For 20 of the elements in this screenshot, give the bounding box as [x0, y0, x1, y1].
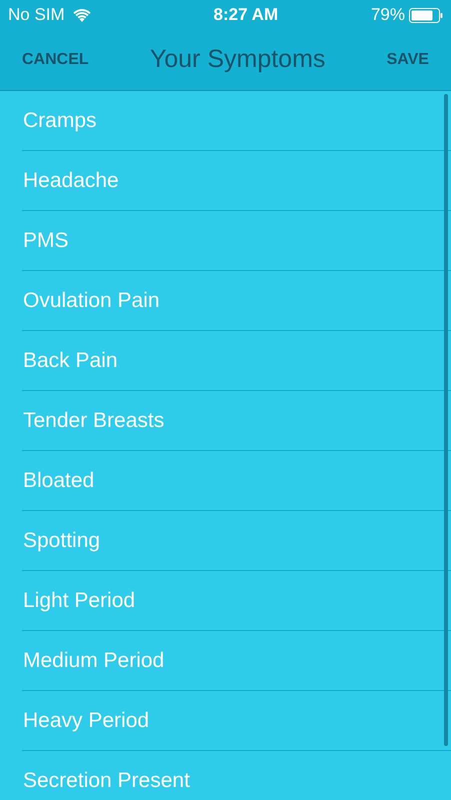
symptom-item[interactable]: Tender Breasts: [22, 391, 451, 451]
symptom-item[interactable]: Heavy Period: [22, 691, 451, 751]
carrier-text: No SIM: [8, 4, 65, 26]
battery-icon: [409, 8, 443, 22]
save-button[interactable]: SAVE: [386, 48, 429, 72]
symptom-item[interactable]: Cramps: [22, 91, 451, 151]
symptom-item[interactable]: Medium Period: [22, 631, 451, 691]
symptom-item[interactable]: Secretion Present: [22, 751, 451, 800]
symptom-item[interactable]: Back Pain: [22, 331, 451, 391]
clock-text: 8:27 AM: [214, 4, 278, 26]
screen-title: Your Symptoms: [150, 44, 326, 76]
wifi-icon: [72, 8, 91, 22]
symptom-item[interactable]: PMS: [22, 211, 451, 271]
symptom-item[interactable]: Spotting: [22, 511, 451, 571]
battery-percent: 79%: [370, 4, 405, 26]
symptom-item[interactable]: Ovulation Pain: [22, 271, 451, 331]
cancel-button[interactable]: CANCEL: [22, 48, 89, 72]
symptom-item[interactable]: Light Period: [22, 571, 451, 631]
symptom-item[interactable]: Bloated: [22, 451, 451, 511]
symptom-item[interactable]: Headache: [22, 151, 451, 211]
